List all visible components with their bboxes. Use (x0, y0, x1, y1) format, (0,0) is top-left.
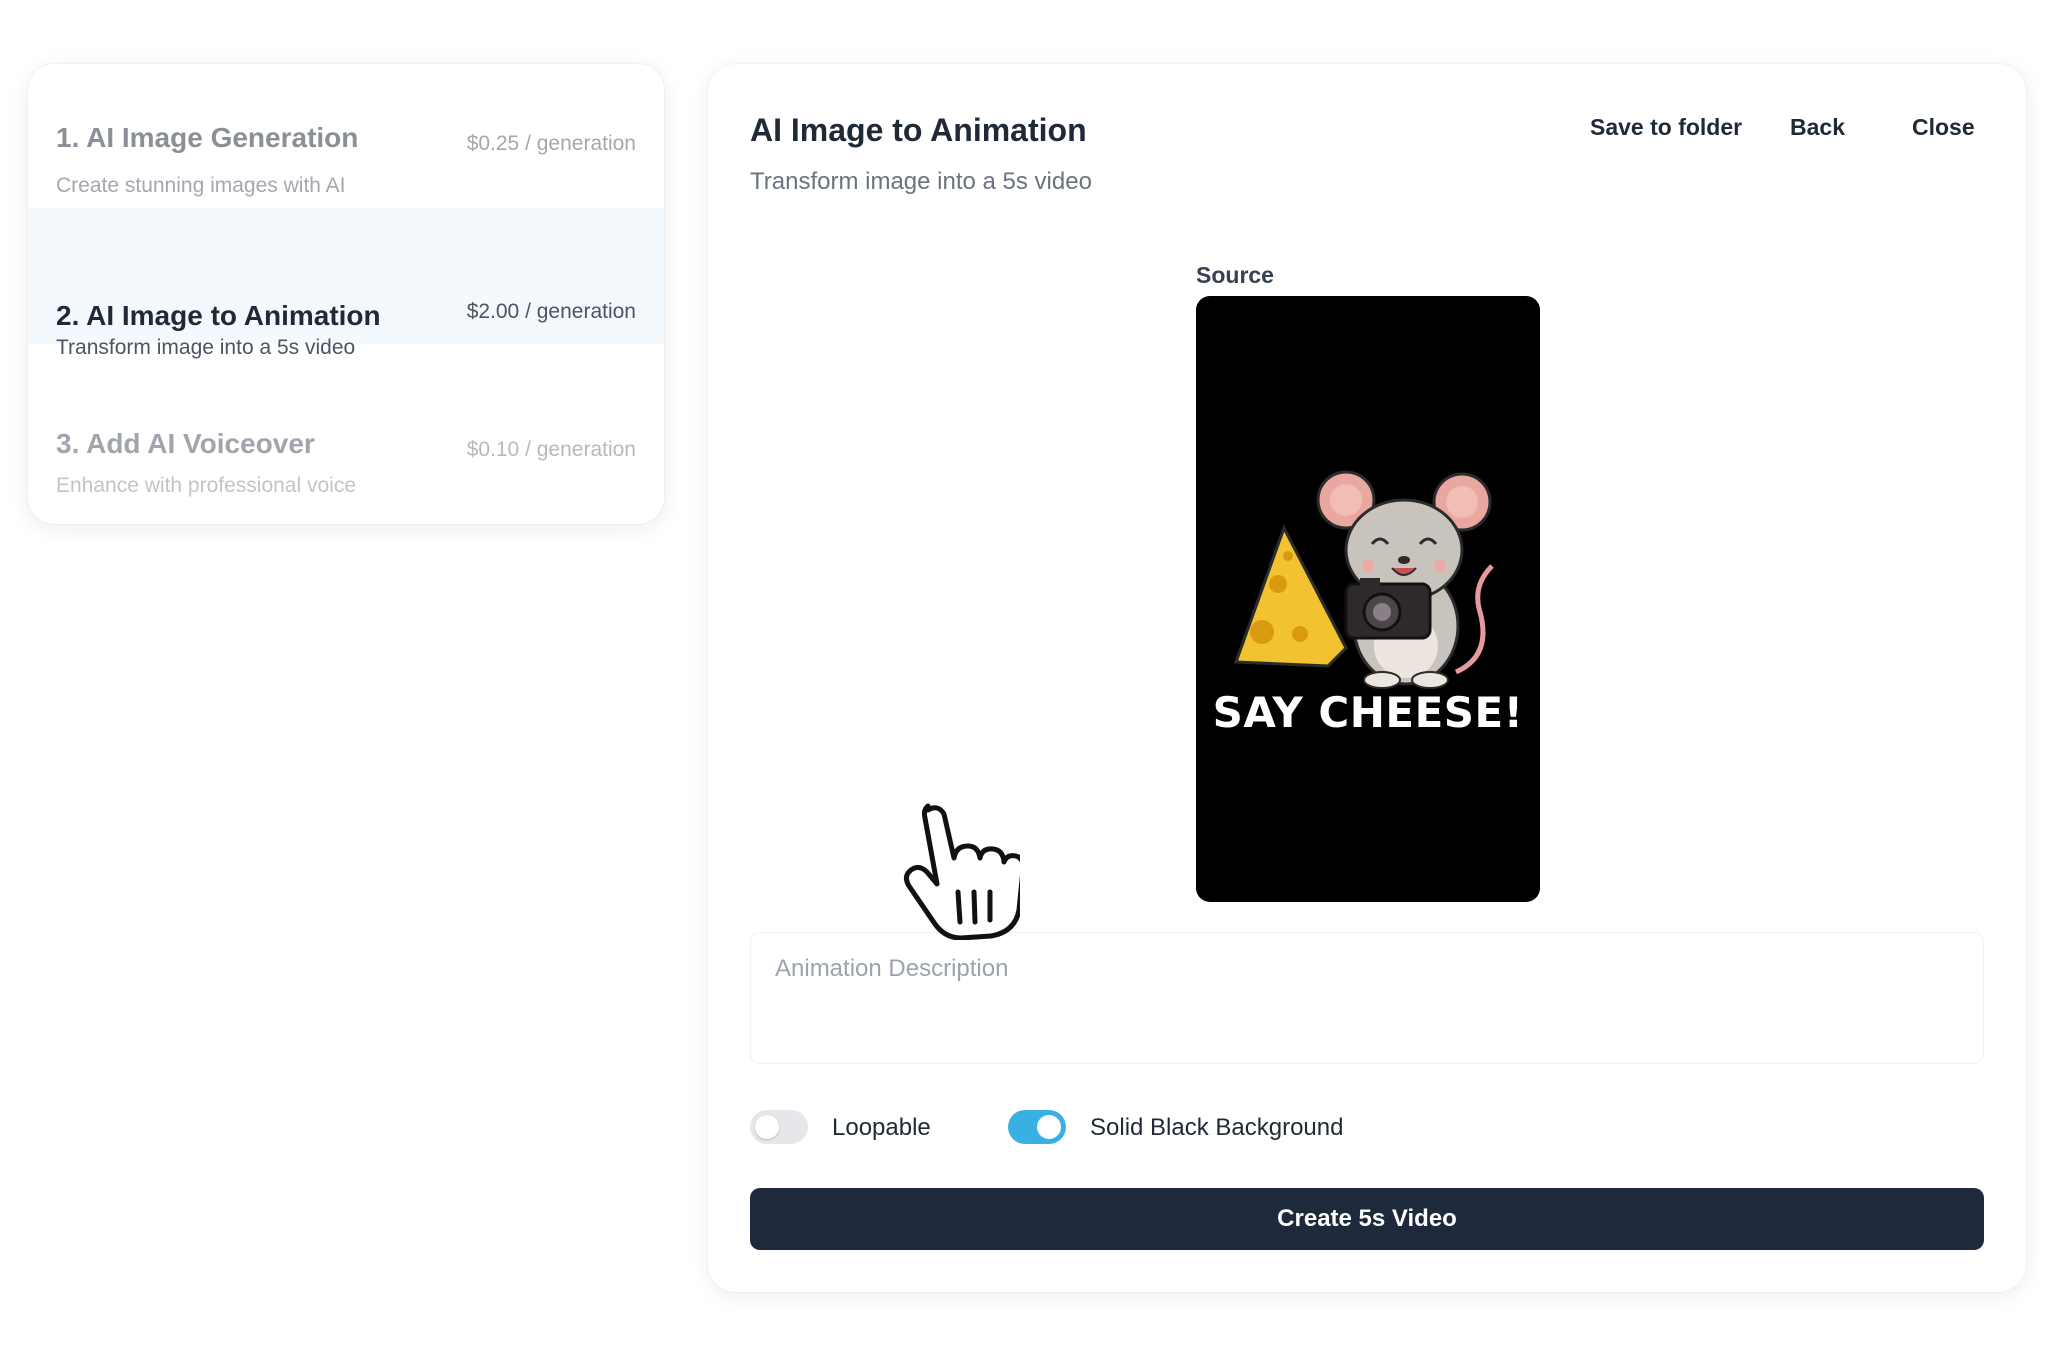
animation-panel: AI Image to Animation Transform image in… (708, 64, 2026, 1292)
page-subtitle: Transform image into a 5s video (750, 168, 1092, 195)
loopable-label: Loopable (832, 1114, 931, 1141)
step-price: $0.10 / generation (466, 438, 636, 461)
step-description: Create stunning images with AI (56, 174, 346, 197)
solid-black-background-toggle[interactable] (1008, 1110, 1066, 1144)
hand-cursor-icon (903, 803, 1020, 940)
step-description: Enhance with professional voice (56, 474, 357, 497)
page-title: AI Image to Animation (750, 112, 1087, 148)
mouse-cheese-illustration (1233, 470, 1494, 689)
close-button[interactable]: Close (1912, 114, 1975, 141)
create-video-button[interactable]: Create 5s Video (750, 1188, 1984, 1250)
loopable-toggle[interactable] (750, 1110, 808, 1144)
step-price: $2.00 / generation (466, 300, 636, 323)
step-voiceover[interactable]: 3. Add AI Voiceover $0.10 / generation E… (28, 346, 664, 497)
animation-description-input[interactable]: Animation Description (750, 932, 1984, 1064)
source-label: Source (1196, 262, 1274, 288)
toggle-knob (1037, 1115, 1061, 1139)
source-image: SAY CHEESE! (1196, 296, 1540, 902)
solid-black-background-label: Solid Black Background (1090, 1114, 1344, 1141)
toggle-knob (755, 1115, 779, 1139)
step-title: 2. AI Image to Animation (56, 300, 381, 331)
step-title: 1. AI Image Generation (56, 122, 359, 153)
step-image-to-animation[interactable]: 2. AI Image to Animation $2.00 / generat… (28, 208, 664, 359)
step-image-generation[interactable]: 1. AI Image Generation $0.25 / generatio… (28, 90, 664, 226)
image-caption: SAY CHEESE! (1212, 688, 1524, 737)
step-title: 3. Add AI Voiceover (56, 428, 315, 459)
back-button[interactable]: Back (1790, 114, 1845, 141)
save-to-folder-button[interactable]: Save to folder (1590, 114, 1742, 141)
step-price: $0.25 / generation (466, 132, 636, 155)
steps-panel: 1. AI Image Generation $0.25 / generatio… (28, 64, 664, 524)
